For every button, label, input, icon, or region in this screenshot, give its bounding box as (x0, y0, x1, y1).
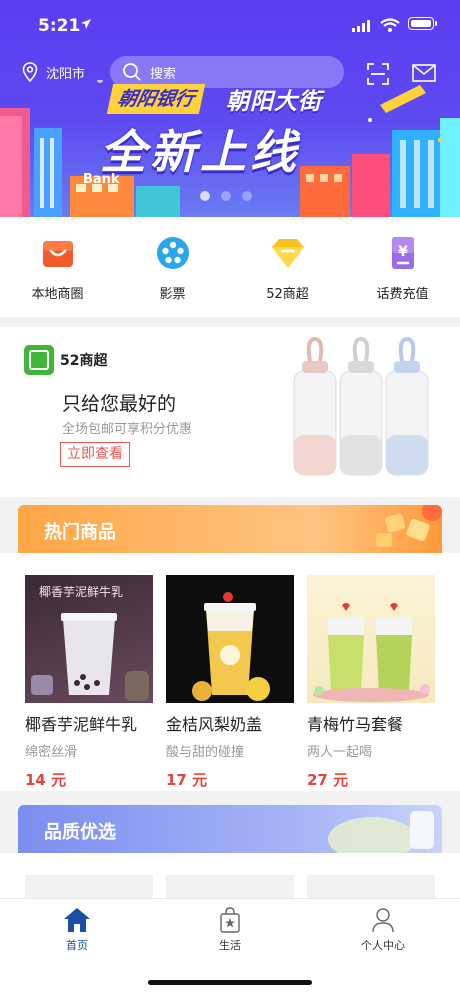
shopping-bag-star-icon (220, 907, 240, 933)
quality-picks-header: 品质优选 (18, 805, 442, 853)
tab-label: 生活 (219, 939, 241, 952)
quality-card-placeholder[interactable] (166, 875, 294, 898)
wifi-icon (380, 18, 400, 32)
banner-subtitle: 朝阳大街 (226, 89, 322, 115)
category-grid: 本地商圈 影票 52商超 ¥ 话费充值 (0, 217, 460, 317)
yen-phone-icon: ¥ (391, 237, 414, 269)
hot-products-header: 热门商品 (18, 505, 442, 553)
status-time: 5:21 (38, 16, 81, 36)
category-phone-recharge[interactable]: ¥ 话费充值 (345, 217, 460, 317)
product-name: 青梅竹马套餐 (307, 715, 404, 734)
supermarket-logo (24, 345, 54, 375)
banner-pagination (200, 191, 252, 201)
section-title: 热门商品 (44, 522, 116, 543)
blender-bottles-image (293, 336, 429, 476)
scan-icon[interactable] (366, 62, 390, 86)
battery-icon (408, 17, 437, 30)
banner-tag: 朝阳银行 (106, 84, 206, 114)
promo-card[interactable]: 52商超 只给您最好的 全场包邮可享积分优惠 立即查看 (0, 327, 460, 497)
product-image: 椰香芋泥鲜牛乳 (25, 575, 153, 703)
product-name: 椰香芋泥鲜牛乳 (25, 715, 138, 734)
banner-headline: 全新上线 (100, 125, 300, 179)
cellular-signal-icon (352, 20, 370, 32)
person-icon (372, 908, 394, 933)
home-indicator (148, 980, 312, 985)
search-placeholder: 搜索 (150, 66, 177, 82)
promo-headline: 只给您最好的 (62, 393, 177, 415)
product-price: 17 元 (166, 771, 208, 789)
product-card[interactable]: 椰香芋泥鲜牛乳 椰香芋泥鲜牛乳 绵密丝滑 14 元 (25, 575, 155, 790)
location-arrow-icon (81, 19, 91, 29)
film-reel-icon (156, 237, 189, 269)
quality-picks-list (0, 853, 460, 898)
product-price: 14 元 (25, 771, 67, 789)
hot-products-list: 椰香芋泥鲜牛乳 椰香芋泥鲜牛乳 绵密丝滑 14 元 金桔风梨奶盖 酸与甜的碰撞 … (0, 553, 460, 791)
tab-life[interactable]: 生活 (190, 907, 270, 953)
quality-card-placeholder[interactable] (25, 875, 153, 898)
section-title: 品质优选 (44, 822, 116, 843)
tab-label: 个人中心 (361, 939, 405, 952)
quality-card-placeholder[interactable] (307, 875, 435, 898)
bank-sign-label: Bank (83, 172, 120, 187)
product-name: 金桔风梨奶盖 (166, 715, 263, 734)
banner-dot[interactable] (242, 191, 252, 201)
banner-dot[interactable] (221, 191, 231, 201)
product-subtitle: 绵密丝滑 (25, 745, 78, 760)
banner-dot[interactable] (200, 191, 210, 201)
category-label: 本地商圈 (31, 287, 84, 302)
product-price: 27 元 (307, 771, 349, 789)
product-card[interactable]: 青梅竹马套餐 两人一起喝 27 元 (307, 575, 437, 790)
promo-brand: 52商超 (60, 353, 108, 369)
home-icon (64, 908, 90, 932)
svg-text:¥: ¥ (398, 244, 408, 260)
category-label: 影票 (159, 287, 186, 302)
gem-icon (271, 239, 304, 268)
category-movie-tickets[interactable]: 影票 (115, 217, 230, 317)
product-image (166, 575, 294, 703)
search-icon (123, 63, 141, 81)
city-label: 沈阳市 (46, 66, 86, 82)
category-label: 52商超 (266, 287, 309, 302)
fruit-decoration (376, 505, 442, 547)
tab-label: 首页 (66, 939, 88, 952)
product-card[interactable]: 金桔风梨奶盖 酸与甜的碰撞 17 元 (166, 575, 296, 790)
product-subtitle: 酸与甜的碰撞 (166, 745, 245, 760)
category-local-business[interactable]: 本地商圈 (0, 217, 115, 317)
category-label: 话费充值 (376, 287, 429, 302)
city-selector[interactable]: 沈阳市 (22, 62, 85, 82)
product-image (307, 575, 435, 703)
view-now-button[interactable]: 立即查看 (60, 442, 130, 467)
category-52-supermarket[interactable]: 52商超 (230, 217, 345, 317)
tab-profile[interactable]: 个人中心 (343, 907, 423, 953)
promo-description: 全场包邮可享积分优惠 (62, 422, 193, 437)
mail-icon[interactable] (412, 64, 436, 82)
product-subtitle: 两人一起喝 (307, 745, 373, 760)
status-bar: 5:21 (0, 0, 460, 48)
shopping-bag-icon (42, 241, 73, 267)
location-pin-icon (22, 62, 38, 82)
tab-home[interactable]: 首页 (37, 907, 117, 953)
hero-banner[interactable]: 5:21 沈阳市 搜索 朝阳银行 朝阳大街 全新上线 Bank (0, 0, 460, 217)
bottle-decoration (328, 811, 434, 853)
